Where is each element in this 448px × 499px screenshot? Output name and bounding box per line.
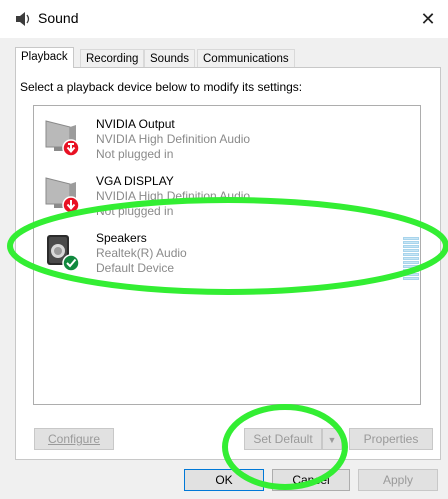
close-button[interactable]: ✕: [408, 0, 448, 38]
chevron-down-icon: ▼: [327, 435, 337, 445]
monitor-icon: [45, 177, 80, 214]
green-check-icon: [62, 254, 80, 271]
ok-button[interactable]: OK: [184, 469, 264, 491]
red-down-arrow-icon: [62, 139, 80, 157]
set-default-button[interactable]: Set Default: [244, 428, 322, 450]
configure-button[interactable]: Configure: [34, 428, 114, 450]
tab-playback[interactable]: Playback: [15, 47, 74, 68]
device-status: Default Device: [96, 261, 175, 275]
properties-button[interactable]: Properties: [349, 428, 433, 450]
tab-sounds[interactable]: Sounds: [144, 49, 196, 67]
list-item[interactable]: NVIDIA Output NVIDIA High Definition Aud…: [34, 111, 420, 166]
red-down-arrow-icon: [62, 196, 80, 214]
title-bar: Sound ✕: [0, 0, 448, 38]
set-default-dropdown[interactable]: ▼: [322, 428, 342, 450]
monitor-icon: [45, 120, 80, 157]
apply-button[interactable]: Apply: [358, 469, 438, 491]
window-title: Sound: [38, 10, 79, 26]
tab-communications[interactable]: Communications: [197, 49, 295, 67]
cancel-button[interactable]: Cancel: [272, 469, 350, 491]
device-driver: Realtek(R) Audio: [96, 246, 187, 260]
volume-meter: [403, 237, 419, 281]
device-name: VGA DISPLAY: [96, 174, 174, 188]
device-status: Not plugged in: [96, 147, 174, 161]
speaker-icon: [16, 12, 30, 26]
list-item[interactable]: Speakers Realtek(R) Audio Default Device: [34, 225, 420, 280]
device-list[interactable]: NVIDIA Output NVIDIA High Definition Aud…: [33, 105, 421, 405]
device-name: NVIDIA Output: [96, 117, 175, 131]
device-driver: NVIDIA High Definition Audio: [96, 189, 251, 203]
speaker-icon: [47, 235, 80, 271]
instruction-text: Select a playback device below to modify…: [20, 80, 303, 94]
tab-recording[interactable]: Recording: [80, 49, 145, 67]
device-status: Not plugged in: [96, 204, 174, 218]
device-driver: NVIDIA High Definition Audio: [96, 132, 251, 146]
device-name: Speakers: [96, 231, 147, 245]
list-item[interactable]: VGA DISPLAY NVIDIA High Definition Audio…: [34, 168, 420, 223]
